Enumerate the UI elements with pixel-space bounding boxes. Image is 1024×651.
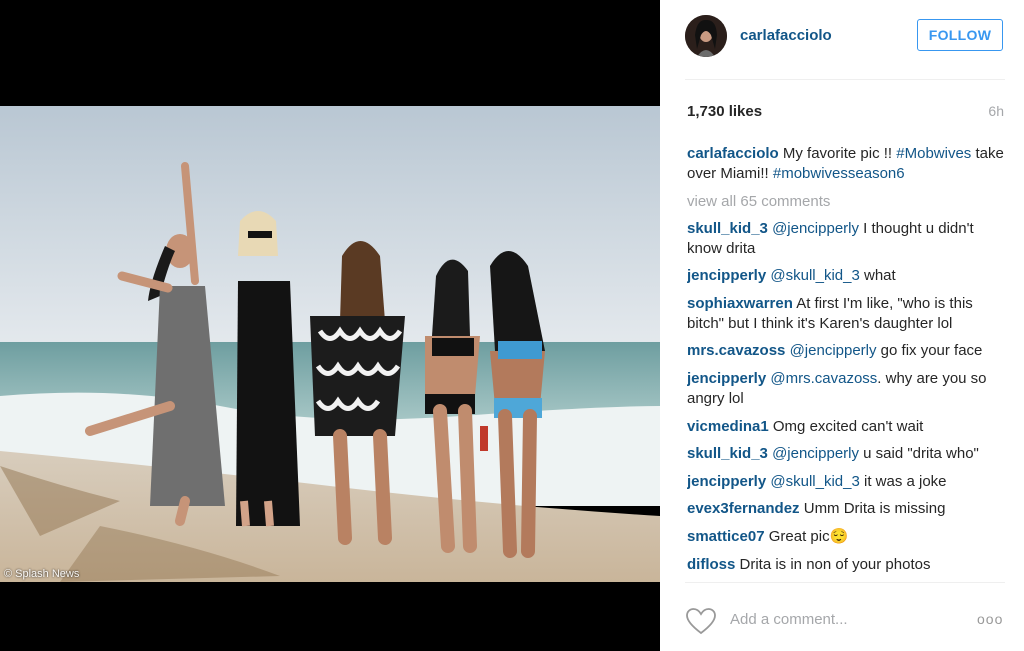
comment-username[interactable]: skull_kid_3 <box>687 445 768 462</box>
comment-username[interactable]: skull_kid_3 <box>687 220 768 237</box>
comment-mention[interactable]: @jencipperly <box>772 445 859 462</box>
comment-item: vicmedina1 Omg excited can't wait <box>687 417 1007 437</box>
comment-item: jencipperly @skull_kid_3 it was a joke <box>687 472 1007 492</box>
hashtag-link[interactable]: #Mobwives <box>896 145 971 162</box>
comment-mention[interactable]: @jencipperly <box>772 220 859 237</box>
header-divider <box>685 79 1005 80</box>
comment-username[interactable]: evex3fernandez <box>687 500 800 517</box>
comment-item: evex3fernandez Umm Drita is missing <box>687 499 1007 519</box>
comment-footer: Add a comment... ooo <box>660 592 1024 651</box>
comments-list[interactable]: carlafacciolo My favorite pic !! #Mobwiv… <box>687 144 1007 582</box>
follow-button[interactable]: FOLLOW <box>917 19 1003 51</box>
hashtag-link[interactable]: #mobwivesseason6 <box>773 165 905 182</box>
comment-username[interactable]: jencipperly <box>687 267 766 284</box>
likes-count[interactable]: 1,730 likes <box>687 103 762 120</box>
comment-username[interactable]: difloss <box>687 556 735 573</box>
comment-item: jencipperly @mrs.cavazoss. why are you s… <box>687 369 1007 409</box>
photo-pane: © Splash News <box>0 0 660 651</box>
more-options-icon[interactable]: ooo <box>977 611 1003 627</box>
caption: carlafacciolo My favorite pic !! #Mobwiv… <box>687 144 1007 184</box>
view-all-comments-link[interactable]: view all 65 comments <box>687 192 1007 212</box>
comment-mention[interactable]: @jencipperly <box>790 342 877 359</box>
post-photo[interactable]: © Splash News <box>0 106 660 582</box>
comment-text: go fix your face <box>876 342 983 360</box>
comment-text: what <box>859 267 896 285</box>
caption-username[interactable]: carlafacciolo <box>687 145 779 162</box>
post-header: carlafacciolo FOLLOW <box>660 0 1024 79</box>
comment-item: sophiaxwarren At first I'm like, "who is… <box>687 294 1007 334</box>
comment-mention[interactable]: @mrs.cavazoss <box>770 370 877 387</box>
comment-item: difloss Drita is in non of your photos <box>687 555 1007 575</box>
beach-photo <box>0 106 660 582</box>
photo-credit: © Splash News <box>4 568 80 580</box>
comment-text: Omg excited can't wait <box>772 417 924 435</box>
username-link[interactable]: carlafacciolo <box>740 27 832 44</box>
comment-text: Great pic😌 <box>768 527 849 545</box>
comment-text: Drita is in non of your photos <box>739 555 931 573</box>
comment-text: Umm Drita is missing <box>803 500 946 518</box>
caption-text: My favorite pic !! <box>778 145 897 162</box>
comment-username[interactable]: vicmedina1 <box>687 418 769 435</box>
comment-mention[interactable]: @skull_kid_3 <box>770 473 859 490</box>
comment-text: u said "drita who" <box>859 445 979 463</box>
heart-icon[interactable] <box>685 607 717 640</box>
avatar-image <box>685 15 727 57</box>
post-sidebar: carlafacciolo FOLLOW 1,730 likes 6h carl… <box>660 0 1024 651</box>
comment-username[interactable]: sophiaxwarren <box>687 295 793 312</box>
avatar[interactable] <box>685 15 727 57</box>
comment-item: jencipperly @skull_kid_3 what <box>687 266 1007 286</box>
post-time[interactable]: 6h <box>988 103 1004 119</box>
comment-item: skull_kid_3 @jencipperly I thought u did… <box>687 219 1007 259</box>
comment-item: smattice07 Great pic😌 <box>687 527 1007 547</box>
footer-divider <box>685 582 1005 583</box>
comment-text: it was a joke <box>859 472 947 490</box>
comment-item: mrs.cavazoss @jencipperly go fix your fa… <box>687 341 1007 361</box>
add-comment-input[interactable]: Add a comment... <box>730 611 848 628</box>
comment-mention[interactable]: @skull_kid_3 <box>770 267 859 284</box>
comment-item: skull_kid_3 @jencipperly u said "drita w… <box>687 444 1007 464</box>
comment-username[interactable]: smattice07 <box>687 528 765 545</box>
comment-username[interactable]: jencipperly <box>687 473 766 490</box>
comment-username[interactable]: mrs.cavazoss <box>687 342 785 359</box>
comment-username[interactable]: jencipperly <box>687 370 766 387</box>
